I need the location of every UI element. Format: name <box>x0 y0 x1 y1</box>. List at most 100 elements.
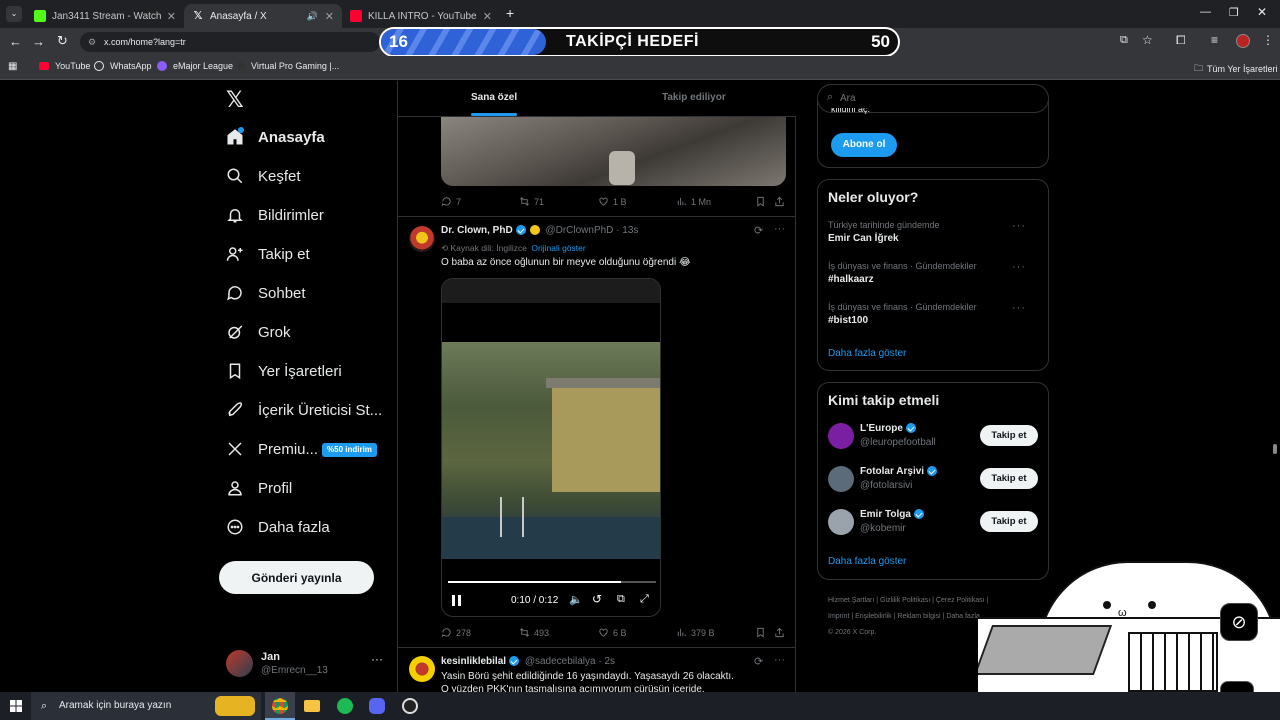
follow-suggestion[interactable]: L'Europe @leuropefootball Takip et <box>828 421 1040 451</box>
close-window-button[interactable]: ✕ <box>1257 5 1267 19</box>
x-logo-icon[interactable]: 𝕏 <box>226 87 244 113</box>
trend-item[interactable]: Türkiye tarihinde gündemde Emir Can İğre… <box>828 220 1038 252</box>
close-tab-icon[interactable]: ✕ <box>325 10 334 23</box>
tweet-avatar[interactable] <box>409 656 435 682</box>
obs-taskbar-icon[interactable] <box>402 698 418 714</box>
reply-button[interactable]: 278 <box>441 627 471 638</box>
nav-bookmarks[interactable]: Yer İşaretleri <box>226 362 342 380</box>
share-button[interactable] <box>774 627 789 638</box>
account-more-icon[interactable]: ··· <box>371 652 383 666</box>
tweet-video[interactable]: 0:10 / 0:12 🔈 ↺ ⧉ ⤢ <box>441 278 661 617</box>
footer-link[interactable]: Reklam bilgisi <box>897 613 940 620</box>
media-icon[interactable]: ≡ <box>1211 33 1218 47</box>
bookmark-button[interactable] <box>755 627 770 638</box>
share-button[interactable] <box>774 196 789 207</box>
tab-kick-stream[interactable]: Jan3411 Stream - Watch Live o ✕ <box>26 4 184 28</box>
close-tab-icon[interactable]: ✕ <box>483 10 492 23</box>
grok-float-button[interactable]: ⊘ <box>1220 603 1258 641</box>
repost-button[interactable]: 493 <box>519 627 549 638</box>
nav-profile[interactable]: Profil <box>226 479 292 497</box>
like-button[interactable]: 1 B <box>598 196 627 207</box>
trend-item[interactable]: İş dünyası ve finans · Gündemdekiler #bi… <box>828 302 1038 334</box>
nav-grok[interactable]: Grok <box>226 323 291 341</box>
views-button[interactable]: 1 Mn <box>676 196 711 207</box>
trend-more-icon[interactable]: ··· <box>1012 261 1026 273</box>
show-original-link[interactable]: Orijinali göster <box>531 243 585 253</box>
bookmark-youtube[interactable]: YouTube <box>39 61 90 71</box>
tab-for-you[interactable]: Sana özel <box>471 92 517 103</box>
follow-button[interactable]: Takip et <box>980 511 1038 532</box>
follow-button[interactable]: Takip et <box>980 468 1038 489</box>
tweet-time[interactable]: · 2s <box>598 656 615 667</box>
pip-icon[interactable]: ⧉ <box>617 593 625 606</box>
bookmark-emajor[interactable]: eMajor League <box>157 61 233 71</box>
grok-float-button[interactable] <box>1220 681 1254 692</box>
replay-icon[interactable]: ↺ <box>592 592 602 606</box>
follow-button[interactable]: Takip et <box>980 425 1038 446</box>
apps-icon[interactable]: ▦ <box>8 61 17 72</box>
subscribe-button[interactable]: Abone ol <box>831 133 897 157</box>
scrollbar-thumb[interactable] <box>1273 444 1277 454</box>
follow-suggestion[interactable]: Emir Tolga @kobemir Takip et <box>828 507 1040 537</box>
tab-youtube[interactable]: KILLA INTRO - YouTube ✕ <box>342 4 500 28</box>
tab-following[interactable]: Takip ediliyor <box>662 92 726 103</box>
trends-show-more[interactable]: Daha fazla göster <box>828 348 906 359</box>
repost-button[interactable]: 71 <box>519 196 544 207</box>
tweet-author-handle[interactable]: @sadecebilalya <box>525 656 596 667</box>
trend-item[interactable]: İş dünyası ve finans · Gündemdekiler #ha… <box>828 261 1038 293</box>
address-bar[interactable]: ⚙ x.com/home?lang=tr <box>80 32 380 52</box>
trend-more-icon[interactable]: ··· <box>1012 220 1026 232</box>
bookmark-button[interactable] <box>755 196 770 207</box>
bookmark-star-icon[interactable]: ☆ <box>1142 33 1153 47</box>
extensions-icon[interactable]: ⧠ <box>1176 33 1186 48</box>
reload-icon[interactable]: ↻ <box>57 33 68 49</box>
grok-translate-icon[interactable]: ⟳ <box>754 224 763 237</box>
footer-link[interactable]: Hizmet Şartları <box>828 597 874 604</box>
chrome-taskbar-icon[interactable] <box>265 692 295 720</box>
browser-menu-icon[interactable]: ⋮ <box>1262 33 1274 47</box>
grok-translate-icon[interactable]: ⟳ <box>754 655 763 668</box>
footer-link[interactable]: Imprint <box>828 613 849 620</box>
views-button[interactable]: 379 B <box>676 627 715 638</box>
who-show-more[interactable]: Daha fazla göster <box>828 556 906 567</box>
post-button[interactable]: Gönderi yayınla <box>219 561 374 594</box>
tweet-author-name[interactable]: kesinliklebilal <box>441 656 506 667</box>
pause-icon[interactable] <box>452 595 461 606</box>
tab-x-home[interactable]: 𝕏 Anasayfa / X 🔊 ✕ <box>184 4 342 28</box>
minimize-button[interactable]: — <box>1200 6 1211 18</box>
explorer-taskbar-icon[interactable] <box>304 700 320 712</box>
nav-chat[interactable]: Sohbet <box>226 284 306 302</box>
site-info-icon[interactable]: ⚙ <box>88 32 96 52</box>
tweet-avatar[interactable] <box>409 226 435 252</box>
tweet-author-name[interactable]: Dr. Clown, PhD <box>441 225 513 236</box>
fullscreen-icon[interactable]: ⤢ <box>640 593 649 606</box>
reply-button[interactable]: 7 <box>441 196 461 207</box>
profile-avatar-icon[interactable] <box>1236 34 1250 48</box>
windows-start-icon[interactable] <box>10 700 22 712</box>
follow-suggestion[interactable]: Fotolar Arşivi @fotolarsivi Takip et <box>828 464 1040 494</box>
spotify-taskbar-icon[interactable] <box>337 698 353 714</box>
close-tab-icon[interactable]: ✕ <box>167 10 176 23</box>
discord-taskbar-icon[interactable] <box>369 698 385 714</box>
nav-follow[interactable]: Takip et <box>226 245 310 263</box>
cast-icon[interactable]: ⧉ <box>1120 34 1128 47</box>
footer-link[interactable]: Erişilebilirlik <box>855 613 892 620</box>
restore-button[interactable]: ❐ <box>1229 6 1239 19</box>
bookmark-whatsapp[interactable]: WhatsApp <box>94 61 152 71</box>
like-button[interactable]: 6 B <box>598 627 627 638</box>
new-tab-button[interactable]: + <box>506 5 514 21</box>
account-switcher[interactable]: Jan @Emrecn__13 ··· <box>226 648 386 684</box>
tweet-time[interactable]: · 13s <box>616 225 638 236</box>
volume-icon[interactable]: 🔈 <box>569 593 583 606</box>
tweet-more-icon[interactable]: ··· <box>774 223 785 235</box>
nav-explore[interactable]: Keşfet <box>226 167 301 185</box>
trend-more-icon[interactable]: ··· <box>1012 302 1026 314</box>
footer-link[interactable]: Gizlilik Politikası <box>880 597 930 604</box>
bookmark-vpg[interactable]: Virtual Pro Gaming |... <box>237 61 339 71</box>
forward-icon[interactable]: → <box>32 34 45 49</box>
nav-creator-studio[interactable]: İçerik Üreticisi St... <box>226 401 382 419</box>
tweet-more-icon[interactable]: ··· <box>774 654 785 666</box>
nav-premium[interactable]: Premiu... <box>226 440 318 458</box>
nav-notifications[interactable]: Bildirimler <box>226 206 324 224</box>
back-icon[interactable]: ← <box>9 34 22 49</box>
